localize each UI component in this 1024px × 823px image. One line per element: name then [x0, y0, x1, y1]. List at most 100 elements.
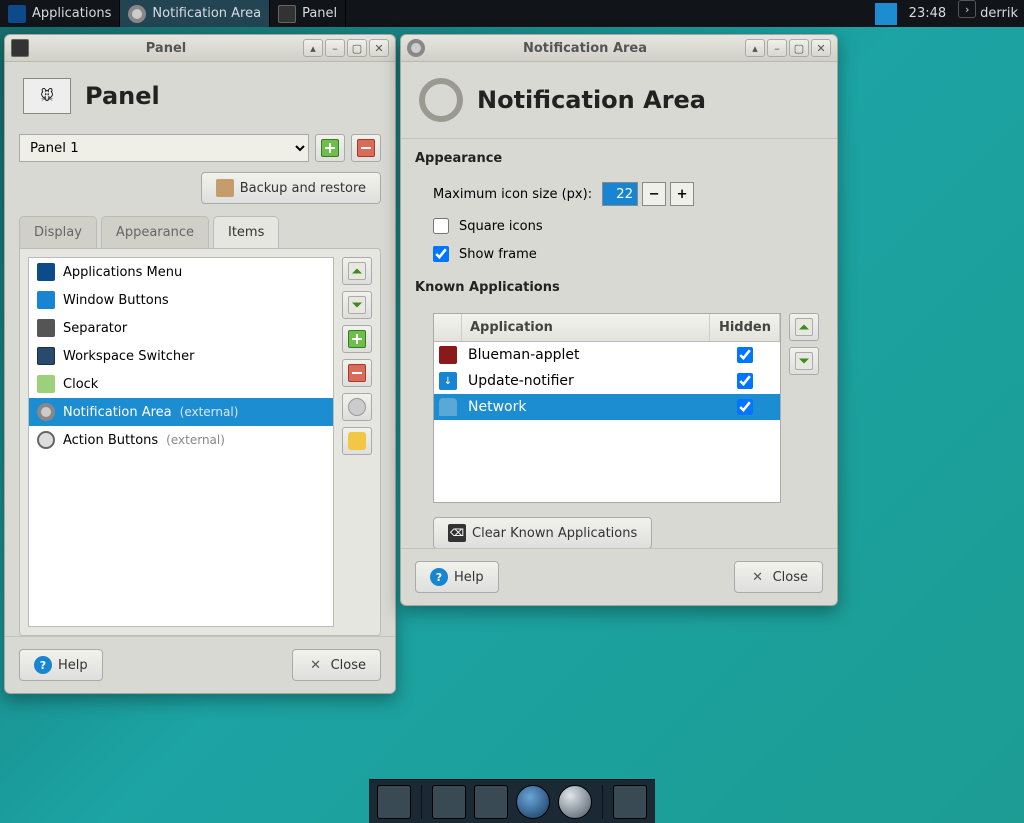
panel-header: 🐭 Panel [5, 62, 395, 130]
backup-restore-label: Backup and restore [240, 181, 366, 196]
minus-icon [357, 139, 375, 157]
show-frame-row[interactable]: Show frame [433, 246, 823, 262]
close-icon: ✕ [749, 568, 767, 586]
minimize-button[interactable]: – [325, 39, 345, 57]
gear-icon [37, 403, 55, 421]
spin-down-button[interactable]: − [642, 182, 666, 206]
arrow-up-icon [795, 318, 813, 336]
clear-icon: ⌫ [448, 524, 466, 542]
list-item[interactable]: Separator [29, 314, 333, 342]
taskbar-button-panel[interactable]: Panel [270, 0, 346, 27]
hidden-checkbox[interactable] [737, 373, 753, 389]
list-item[interactable]: Window Buttons [29, 286, 333, 314]
table-row[interactable]: ↓ Update-notifier [434, 368, 780, 394]
list-item[interactable]: Notification Area (external) [29, 398, 333, 426]
close-button[interactable]: ✕ Close [734, 561, 823, 593]
chevron-right-icon[interactable]: › [958, 0, 976, 18]
list-item[interactable]: Action Buttons (external) [29, 426, 333, 454]
dock-home-icon[interactable] [613, 785, 647, 819]
dock-separator [421, 785, 422, 819]
show-frame-checkbox[interactable] [433, 246, 449, 262]
spin-up-button[interactable]: + [670, 182, 694, 206]
maximize-button[interactable]: ▢ [347, 39, 367, 57]
remove-panel-button[interactable] [351, 134, 381, 162]
panel-selector[interactable]: Panel 1 [19, 134, 309, 162]
dock-files-icon[interactable] [377, 785, 411, 819]
dock-terminal-icon[interactable] [432, 785, 466, 819]
square-icons-checkbox[interactable] [433, 218, 449, 234]
remove-item-button[interactable] [342, 359, 372, 387]
table-row[interactable]: Network [434, 394, 780, 420]
stick-button[interactable]: ▴ [303, 39, 323, 57]
backup-restore-button[interactable]: Backup and restore [201, 172, 381, 204]
gear-icon [348, 398, 366, 416]
bluetooth-icon [439, 346, 457, 364]
panel-titlebar[interactable]: Panel ▴ – ▢ ✕ [5, 35, 395, 62]
power-icon [37, 431, 55, 449]
minimize-button[interactable]: – [767, 39, 787, 57]
taskbar-button-notification[interactable]: Notification Area [120, 0, 270, 27]
col-hidden[interactable]: Hidden [710, 314, 780, 341]
user-menu[interactable]: derrik [980, 0, 1024, 27]
help-button[interactable]: ? Help [19, 649, 103, 681]
table-header: Application Hidden [434, 314, 780, 342]
table-empty-area [434, 420, 780, 502]
gear-icon [128, 5, 146, 23]
table-row[interactable]: Blueman-applet [434, 342, 780, 368]
col-application[interactable]: Application [462, 314, 710, 341]
workspace-icon [37, 347, 55, 365]
taskbar-spacer [346, 0, 871, 27]
taskbar-button-label: Notification Area [152, 6, 261, 21]
clear-known-button[interactable]: ⌫ Clear Known Applications [433, 517, 652, 548]
panel-selector-row: Panel 1 [5, 130, 395, 172]
taskbar-button-label: Panel [302, 6, 337, 21]
section-appearance: Appearance [415, 151, 823, 166]
clock[interactable]: 23:48 [901, 0, 954, 27]
applications-menu[interactable]: Applications [0, 0, 120, 27]
window-icon [11, 39, 29, 57]
help-button[interactable]: ? Help [415, 561, 499, 593]
help-icon: ? [430, 568, 448, 586]
square-icons-row[interactable]: Square icons [433, 218, 823, 234]
add-item-button[interactable] [342, 325, 372, 353]
move-down-button[interactable] [342, 291, 372, 319]
tab-items[interactable]: Items [213, 216, 279, 248]
notification-header-title: Notification Area [477, 86, 706, 114]
separator-icon [37, 319, 55, 337]
app-move-up-button[interactable] [789, 313, 819, 341]
notification-window: Notification Area ▴ – ▢ ✕ Notification A… [400, 34, 838, 606]
gear-large-icon [419, 78, 463, 122]
arrow-up-icon [348, 262, 366, 280]
dock-search-icon[interactable] [558, 785, 592, 819]
stick-button[interactable]: ▴ [745, 39, 765, 57]
close-window-button[interactable]: ✕ [811, 39, 831, 57]
list-item[interactable]: Applications Menu [29, 258, 333, 286]
notification-window-title: Notification Area [431, 41, 739, 56]
maximize-button[interactable]: ▢ [789, 39, 809, 57]
move-up-button[interactable] [342, 257, 372, 285]
item-side-buttons [342, 257, 372, 627]
dock-browser-icon[interactable] [516, 785, 550, 819]
list-item[interactable]: Workspace Switcher [29, 342, 333, 370]
hidden-checkbox[interactable] [737, 399, 753, 415]
dock-folder-icon[interactable] [474, 785, 508, 819]
close-window-button[interactable]: ✕ [369, 39, 389, 57]
section-known-apps: Known Applications [415, 280, 823, 295]
hidden-checkbox[interactable] [737, 347, 753, 363]
plus-icon [321, 139, 339, 157]
workspace-indicator[interactable] [875, 3, 897, 25]
add-panel-button[interactable] [315, 134, 345, 162]
notification-titlebar[interactable]: Notification Area ▴ – ▢ ✕ [401, 35, 837, 62]
close-button[interactable]: ✕ Close [292, 649, 381, 681]
items-pane: Applications Menu Window Buttons Separat… [19, 248, 381, 636]
item-prefs-button[interactable] [342, 393, 372, 421]
app-move-down-button[interactable] [789, 347, 819, 375]
close-icon: ✕ [307, 656, 325, 674]
clock-icon [37, 375, 55, 393]
tab-display[interactable]: Display [19, 216, 97, 248]
item-about-button[interactable] [342, 427, 372, 455]
tab-appearance[interactable]: Appearance [101, 216, 209, 248]
list-item[interactable]: Clock [29, 370, 333, 398]
items-list[interactable]: Applications Menu Window Buttons Separat… [28, 257, 334, 627]
max-icon-input[interactable] [602, 182, 638, 206]
